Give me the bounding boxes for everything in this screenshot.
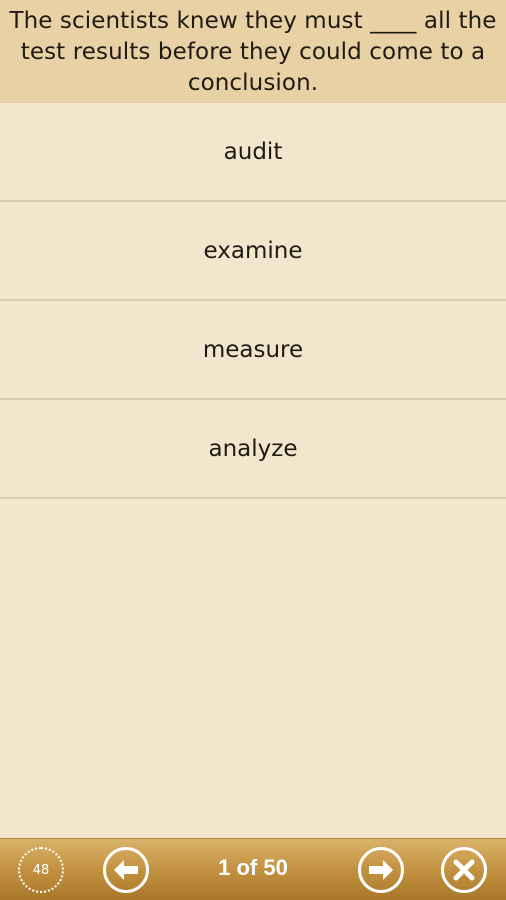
close-icon: [453, 859, 475, 881]
next-button[interactable]: [358, 847, 404, 893]
answer-option-audit[interactable]: audit: [0, 103, 506, 202]
previous-button[interactable]: [103, 847, 149, 893]
answer-label: analyze: [208, 435, 298, 462]
close-button[interactable]: [441, 847, 487, 893]
question-header: The scientists knew they must ____ all t…: [0, 0, 506, 103]
answer-label: measure: [202, 336, 304, 363]
timer-button[interactable]: 48: [18, 847, 64, 893]
answer-label: examine: [203, 237, 303, 264]
bottom-nav-bar: 48 1 of 50: [0, 838, 506, 900]
arrow-right-icon: [369, 860, 393, 880]
answer-list: audit examine measure analyze: [0, 103, 506, 499]
answer-label: audit: [223, 138, 283, 165]
question-text: The scientists knew they must ____ all t…: [9, 8, 497, 96]
arrow-left-icon: [114, 860, 138, 880]
answer-option-measure[interactable]: measure: [0, 301, 506, 400]
timer-value: 48: [32, 862, 50, 878]
page-counter: 1 of 50: [218, 855, 288, 880]
answer-option-examine[interactable]: examine: [0, 202, 506, 301]
answer-option-analyze[interactable]: analyze: [0, 400, 506, 499]
